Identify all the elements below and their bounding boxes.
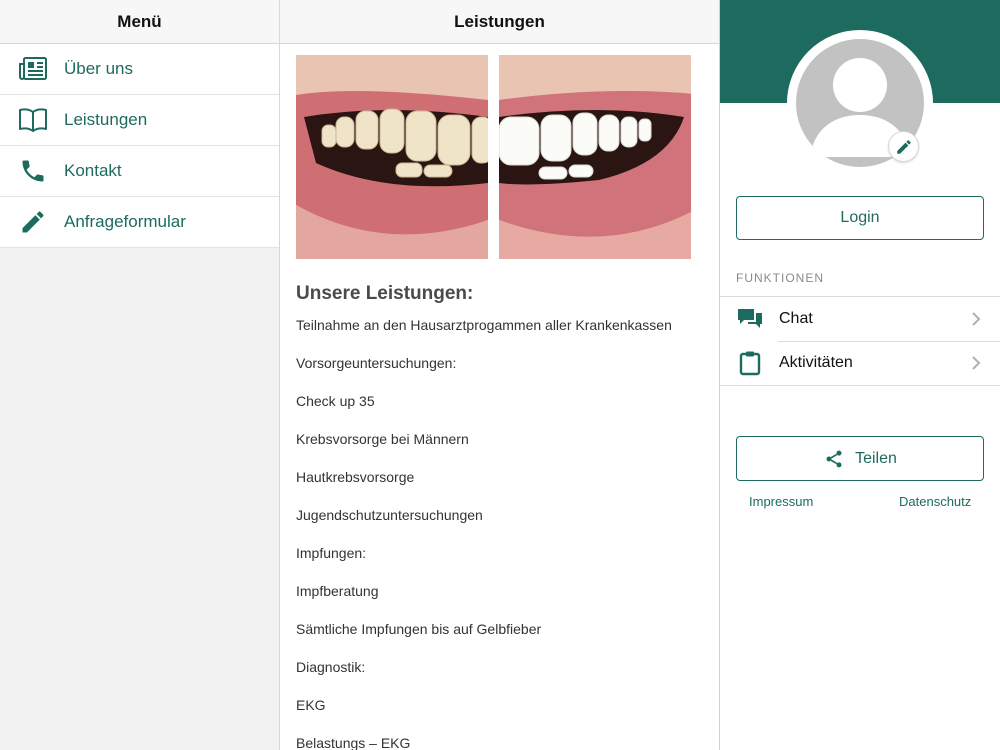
datenschutz-link[interactable]: Datenschutz <box>899 494 971 509</box>
edit-avatar-button[interactable] <box>888 131 919 162</box>
function-label: Aktivitäten <box>779 354 853 371</box>
pencil-icon <box>18 207 48 237</box>
service-line: Diagnostik: <box>296 659 366 675</box>
function-item-chat[interactable]: Chat <box>720 297 1000 341</box>
chevron-right-icon <box>966 353 986 373</box>
share-button-label: Teilen <box>855 449 897 467</box>
clipboard-icon <box>737 350 763 376</box>
service-line: EKG <box>296 697 326 713</box>
impressum-link[interactable]: Impressum <box>749 494 813 509</box>
menu-item-label: Anfrageformular <box>64 212 186 231</box>
service-line: Sämtliche Impfungen bis auf Gelbfieber <box>296 621 542 637</box>
service-line: Belastungs – EKG <box>296 735 411 750</box>
login-button[interactable]: Login <box>736 196 984 240</box>
menu-header: Menü <box>0 0 279 44</box>
content-panel: Leistungen Unsere Leistungen: Teilnahme … <box>280 0 720 750</box>
service-line: Hautkrebsvorsorge <box>296 469 415 485</box>
menu-panel: Menü Über uns Leistungen Kontakt Anfrage… <box>0 0 280 750</box>
service-line: Vorsorgeuntersuchungen: <box>296 355 457 371</box>
share-icon <box>823 448 845 470</box>
service-line: Teilnahme an den Hausarztprogammen aller… <box>296 317 672 333</box>
service-line: Krebsvorsorge bei Männern <box>296 431 469 447</box>
services-heading: Unsere Leistungen: <box>296 283 474 304</box>
teeth-after-image <box>499 55 691 259</box>
function-label: Chat <box>779 310 813 327</box>
menu-item-leistungen[interactable]: Leistungen <box>0 95 279 146</box>
teeth-before-after-image <box>296 55 704 259</box>
functions-list: Chat Aktivitäten <box>720 296 1000 386</box>
page-title: Leistungen <box>454 11 545 31</box>
functions-section-label: FUNKTIONEN <box>736 271 824 285</box>
menu-list: Über uns Leistungen Kontakt Anfrageformu… <box>0 44 279 248</box>
newspaper-icon <box>18 54 48 84</box>
login-button-label: Login <box>840 209 880 226</box>
menu-item-label: Kontakt <box>64 161 122 180</box>
content-header: Leistungen <box>280 0 719 44</box>
pencil-icon <box>896 139 911 154</box>
function-item-aktivitaeten[interactable]: Aktivitäten <box>720 341 1000 385</box>
menu-item-kontakt[interactable]: Kontakt <box>0 146 279 197</box>
chat-bubbles-icon <box>737 306 763 332</box>
book-icon <box>18 105 48 135</box>
service-line: Jugendschutzuntersuchungen <box>296 507 483 523</box>
menu-title: Menü <box>117 11 162 31</box>
profile-panel: Login FUNKTIONEN Chat Aktivitäten Teilen… <box>720 0 1000 750</box>
service-line: Check up 35 <box>296 393 375 409</box>
teeth-before-image <box>296 55 488 259</box>
service-line: Impfberatung <box>296 583 379 599</box>
service-line: Impfungen: <box>296 545 367 561</box>
chevron-right-icon <box>966 309 986 329</box>
share-button[interactable]: Teilen <box>736 436 984 481</box>
menu-item-label: Über uns <box>64 59 133 78</box>
menu-item-anfrageformular[interactable]: Anfrageformular <box>0 197 279 248</box>
menu-item-ueber-uns[interactable]: Über uns <box>0 44 279 95</box>
phone-icon <box>18 156 48 186</box>
services-section: Unsere Leistungen: Teilnahme an den Haus… <box>280 259 719 750</box>
menu-item-label: Leistungen <box>64 110 148 129</box>
app-window: Menü Über uns Leistungen Kontakt Anfrage… <box>0 0 1000 750</box>
